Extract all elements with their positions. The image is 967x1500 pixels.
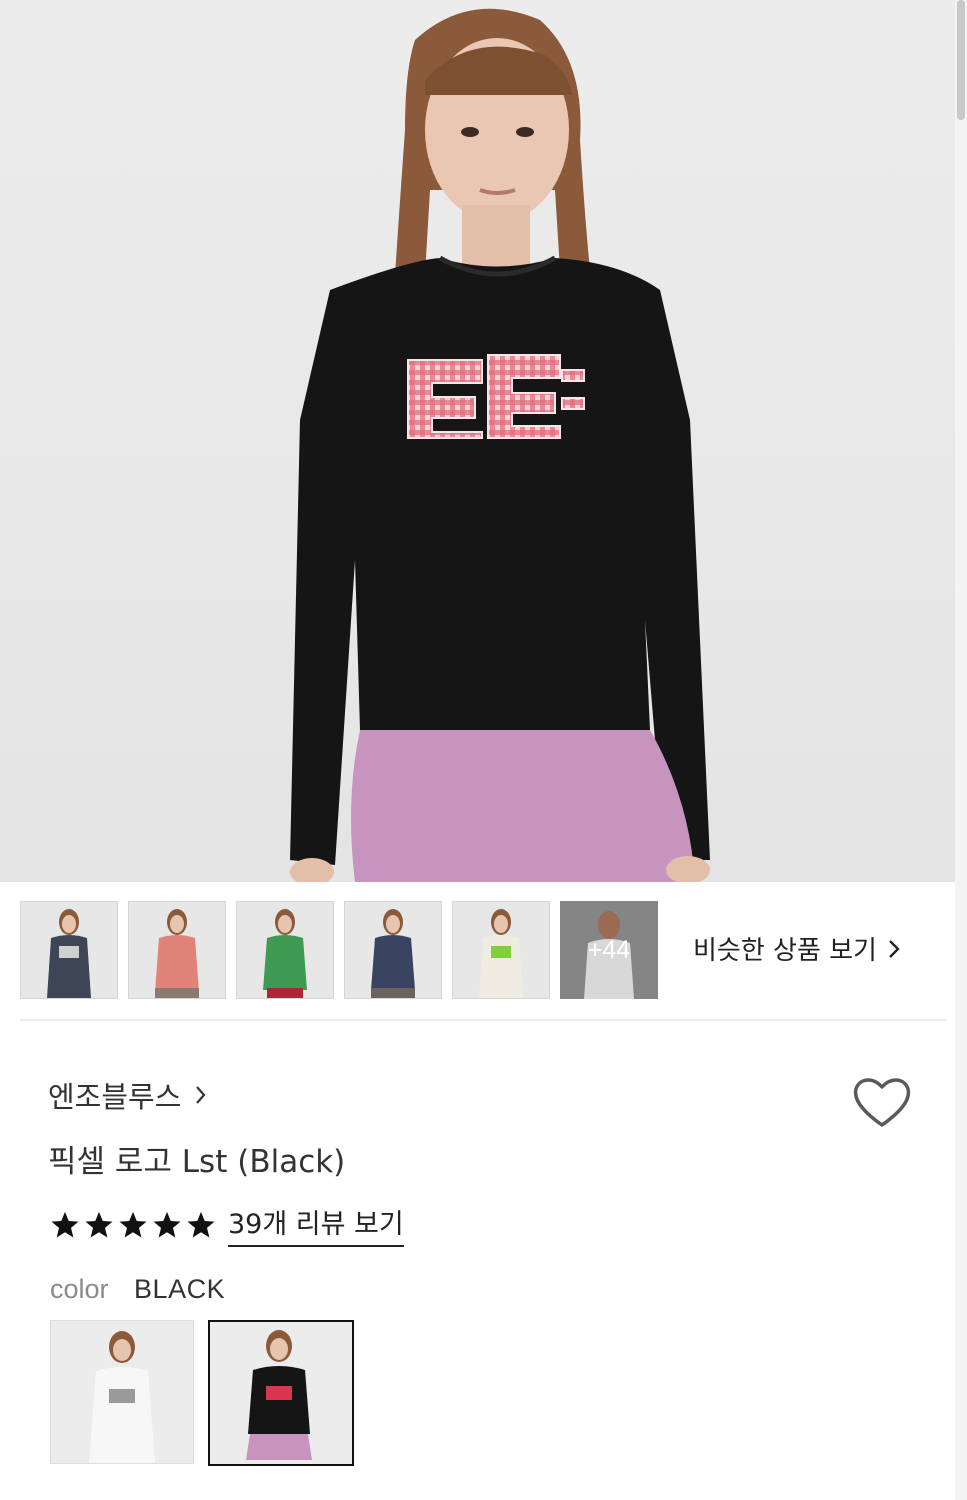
product-hero-image[interactable] [0, 0, 955, 882]
star-icon [187, 1211, 215, 1237]
thumb-navy-shirt-2[interactable] [344, 901, 442, 999]
page-scrollbar[interactable] [955, 0, 967, 1500]
page-scrollbar-thumb[interactable] [957, 0, 965, 120]
color-swatch-black-selected[interactable] [208, 1320, 354, 1466]
hero-photo [290, 8, 710, 882]
swatch-photo [51, 1321, 193, 1463]
brand-link[interactable]: 엔조블루스 [48, 1074, 207, 1116]
color-selector-label: color BLACK [50, 1274, 225, 1305]
similar-products-label: 비슷한 상품 보기 [693, 936, 877, 966]
product-rating: 39개 리뷰 보기 [50, 1202, 404, 1247]
star-icon [51, 1211, 79, 1237]
thumb-navy-shirt[interactable] [20, 901, 118, 999]
thumb-green-shirt[interactable] [236, 901, 334, 999]
color-swatch-white[interactable] [50, 1320, 194, 1464]
star-icon [153, 1211, 181, 1237]
brand-name: 엔조블루스 [48, 1080, 182, 1114]
product-title: 픽셀 로고 Lst (Black) [48, 1144, 346, 1180]
more-images-button[interactable]: +44 [560, 901, 658, 999]
thumb-photo [129, 902, 225, 998]
heart-icon[interactable] [852, 1075, 912, 1129]
selected-color-value: BLACK [134, 1274, 226, 1304]
reviews-link[interactable]: 39개 리뷰 보기 [228, 1202, 404, 1247]
chevron-right-icon [889, 939, 900, 958]
star-icon [85, 1211, 113, 1237]
similar-products-link[interactable]: 비슷한 상품 보기 [693, 930, 901, 967]
thumb-photo [453, 902, 549, 998]
thumb-photo [345, 902, 441, 998]
thumb-coral-shirt[interactable] [128, 901, 226, 999]
more-images-count: +44 [587, 935, 631, 964]
thumb-photo [237, 902, 333, 998]
section-divider [20, 1019, 947, 1021]
color-label: color [50, 1274, 109, 1304]
thumb-photo [21, 902, 117, 998]
swatch-photo [210, 1322, 348, 1460]
thumb-cream-shirt[interactable] [452, 901, 550, 999]
star-icon [119, 1211, 147, 1237]
rating-stars [50, 1210, 216, 1240]
chevron-right-icon [196, 1086, 206, 1104]
